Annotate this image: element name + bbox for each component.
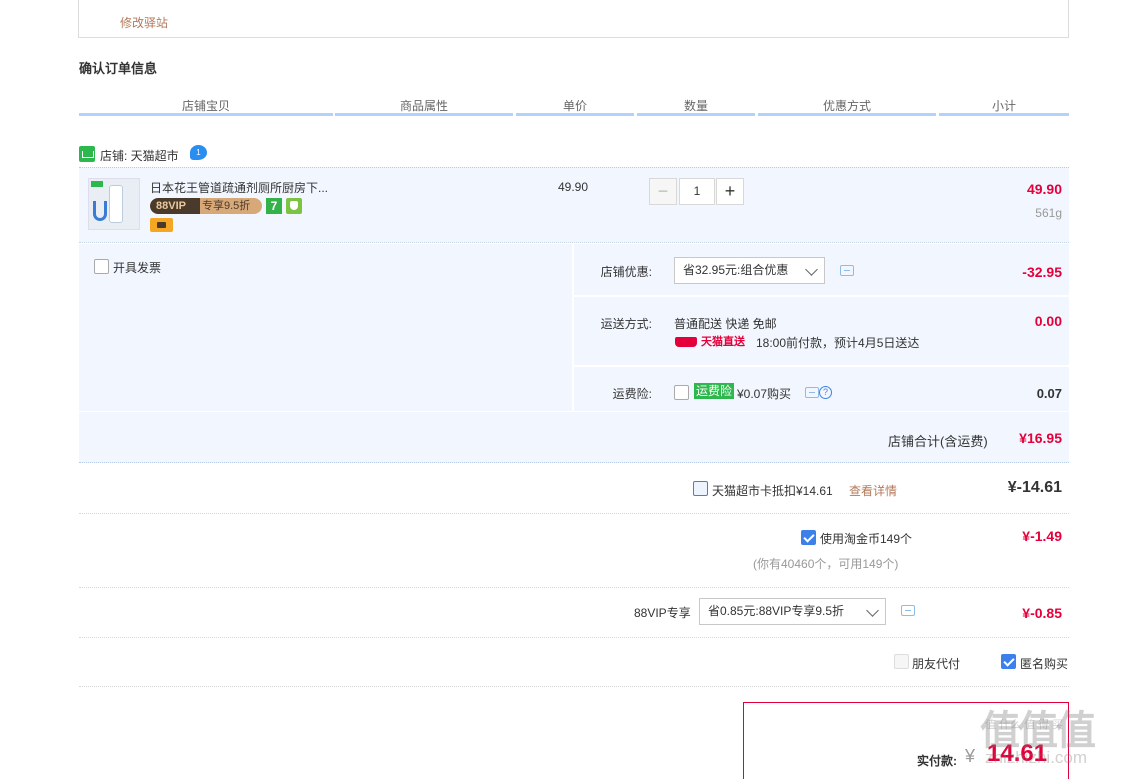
quantity-input[interactable]: 1 (679, 178, 715, 205)
header-underline (758, 113, 936, 116)
section-title: 确认订单信息 (79, 61, 158, 76)
header-underline (335, 113, 513, 116)
modify-station-link[interactable]: 修改驿站 (120, 14, 168, 31)
shipping-amount: 0.00 (1034, 313, 1062, 329)
pickup-station-box (78, 0, 1069, 38)
insurance-amount: 0.07 (1036, 386, 1062, 401)
shop-total-label: 店铺合计(含运费) (888, 434, 988, 449)
divider (79, 513, 1069, 514)
watermark-url: zhizhizhi.com (985, 748, 1088, 767)
coins-label: 使用淘金币149个 (820, 532, 913, 546)
header-attributes: 商品属性 (399, 99, 448, 113)
header-shop-items: 店铺宝贝 (181, 99, 230, 113)
card-deduction-amount: ¥-14.61 (1007, 479, 1062, 496)
card-details-link[interactable]: 查看详情 (849, 482, 897, 499)
friend-pay-checkbox[interactable] (894, 654, 909, 669)
unit-price: 49.90 (558, 180, 589, 194)
product-image[interactable] (88, 178, 140, 230)
item-subtotal: 49.90 (1026, 181, 1062, 197)
help-question-icon[interactable]: ? (819, 386, 832, 399)
divider (79, 637, 1069, 638)
store-discount-select[interactable]: 省32.95元:组合优惠 (674, 257, 825, 284)
comment-icon[interactable] (840, 265, 854, 276)
vip-exclusive-label: 88VIP专享 (634, 606, 691, 620)
shipping-eta: 18:00前付款，预计4月5日送达 (756, 336, 920, 350)
chevron-down-icon (866, 604, 879, 617)
88vip-badge: 88VIP 专享9.5折 (150, 198, 262, 214)
anonymous-checkbox[interactable] (1001, 654, 1016, 669)
insurance-price-text: ¥0.07购买 (737, 387, 792, 401)
vip-exclusive-amount: ¥-0.85 (1022, 605, 1062, 621)
tmall-supermarket-icon (79, 146, 95, 162)
header-subtotal: 小计 (991, 99, 1016, 113)
seven-day-return-icon: 7 (266, 198, 282, 214)
insurance-tag: 运费险 (694, 383, 735, 399)
coins-hint: (你有40460个，可用149个) (753, 557, 899, 571)
header-quantity: 数量 (683, 99, 708, 113)
invoice-label: 开具发票 (113, 261, 162, 275)
guarantee-icon (286, 198, 302, 214)
store-discount-label: 店铺优惠: (600, 265, 652, 279)
insurance-label: 运费险: (612, 387, 652, 401)
shipping-label: 运送方式: (600, 317, 652, 331)
shop-total-amount: ¥16.95 (1019, 430, 1062, 446)
insurance-checkbox[interactable] (674, 385, 689, 400)
coins-checkbox[interactable] (801, 530, 816, 545)
store-discount-amount: -32.95 (1022, 264, 1062, 280)
quantity-increase-button[interactable]: + (716, 178, 744, 205)
88vip-badge-left: 88VIP (150, 198, 200, 214)
header-underline (637, 113, 755, 116)
vip-exclusive-selected: 省0.85元:88VIP专享9.5折 (708, 604, 845, 618)
quantity-decrease-button[interactable]: − (649, 178, 677, 205)
coins-amount: ¥-1.49 (1022, 528, 1062, 544)
card-deduction-checkbox[interactable] (693, 481, 708, 496)
shop-label: 店铺: 天猫超市 (100, 149, 179, 163)
comment-icon[interactable] (901, 605, 915, 616)
chat-wangwang-icon[interactable]: 1 (190, 145, 207, 160)
payment-label: 实付款: (917, 754, 957, 768)
invoice-checkbox[interactable] (94, 259, 109, 274)
anonymous-label: 匿名购买 (1020, 657, 1069, 671)
store-discount-selected: 省32.95元:组合优惠 (683, 263, 789, 277)
chevron-down-icon (805, 263, 818, 276)
comment-icon[interactable] (805, 387, 819, 398)
header-unit-price: 单价 (562, 99, 587, 113)
88vip-badge-right: 专享9.5折 (202, 200, 251, 212)
tmall-direct-logo: 天猫直送 (675, 335, 745, 349)
vip-exclusive-select[interactable]: 省0.85元:88VIP专享9.5折 (699, 598, 886, 625)
header-underline (79, 113, 333, 116)
shipping-method: 普通配送 快递 免邮 (674, 317, 777, 331)
divider (79, 686, 1069, 687)
payment-currency: ¥ (965, 746, 976, 766)
card-payment-icon (150, 218, 173, 232)
friend-pay-label: 朋友代付 (912, 657, 961, 671)
header-underline (939, 113, 1069, 116)
header-underline (516, 113, 634, 116)
divider (79, 587, 1069, 588)
header-discount: 优惠方式 (822, 99, 871, 113)
product-name-link[interactable]: 日本花王管道疏通剂厕所厨房下... (150, 179, 328, 196)
card-deduction-label: 天猫超市卡抵扣¥14.61 (712, 484, 833, 498)
item-weight: 561g (1035, 206, 1062, 220)
